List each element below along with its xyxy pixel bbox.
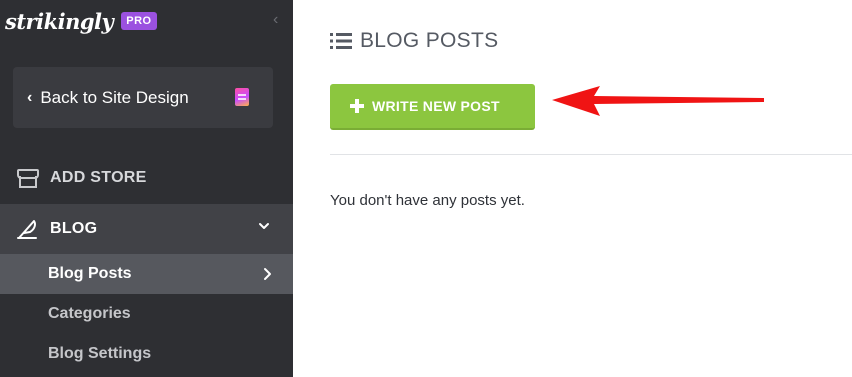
strikingly-logo[interactable]: strikingly [5, 9, 114, 34]
chevron-down-icon[interactable] [258, 220, 270, 232]
sidebar-subitem-label: Blog Settings [48, 345, 152, 362]
sidebar-subitem-blog-settings[interactable]: Blog Settings [0, 334, 293, 374]
page-icon [235, 88, 249, 106]
content-divider [330, 154, 852, 155]
sidebar-subitem-blog-posts[interactable]: Blog Posts [0, 254, 293, 294]
sidebar-subitem-label: Categories [48, 305, 131, 322]
sidebar-item-blog[interactable]: BLOG [0, 204, 293, 254]
annotation-arrow [552, 86, 764, 116]
page-header: BLOG POSTS [330, 28, 498, 54]
sidebar-subitem-label: Blog Posts [48, 265, 132, 282]
write-new-post-label: WRITE NEW POST [372, 98, 500, 114]
empty-posts-message: You don't have any posts yet. [330, 192, 525, 209]
back-to-site-design-label: Back to Site Design [40, 87, 189, 107]
list-icon [330, 33, 352, 49]
chevron-left-icon: ‹ [27, 88, 33, 106]
plus-icon [350, 99, 364, 113]
brand-row: strikingly PRO [5, 8, 157, 34]
store-icon [16, 169, 39, 188]
back-to-site-design-button[interactable]: ‹ Back to Site Design [13, 67, 273, 128]
chevron-right-icon [264, 268, 271, 280]
sidebar-item-label: ADD STORE [50, 169, 147, 186]
sidebar-item-label: BLOG [50, 220, 98, 237]
quill-icon [17, 220, 37, 239]
sidebar-item-add-store[interactable]: ADD STORE [0, 157, 293, 199]
page-title: BLOG POSTS [360, 29, 499, 52]
pro-badge: PRO [121, 12, 157, 30]
sidebar-subitem-categories[interactable]: Categories [0, 294, 293, 334]
sidebar: strikingly PRO ‹ ‹ Back to Site Design A… [0, 0, 293, 377]
write-new-post-button[interactable]: WRITE NEW POST [330, 84, 535, 130]
collapse-sidebar-icon[interactable]: ‹ [273, 12, 278, 28]
